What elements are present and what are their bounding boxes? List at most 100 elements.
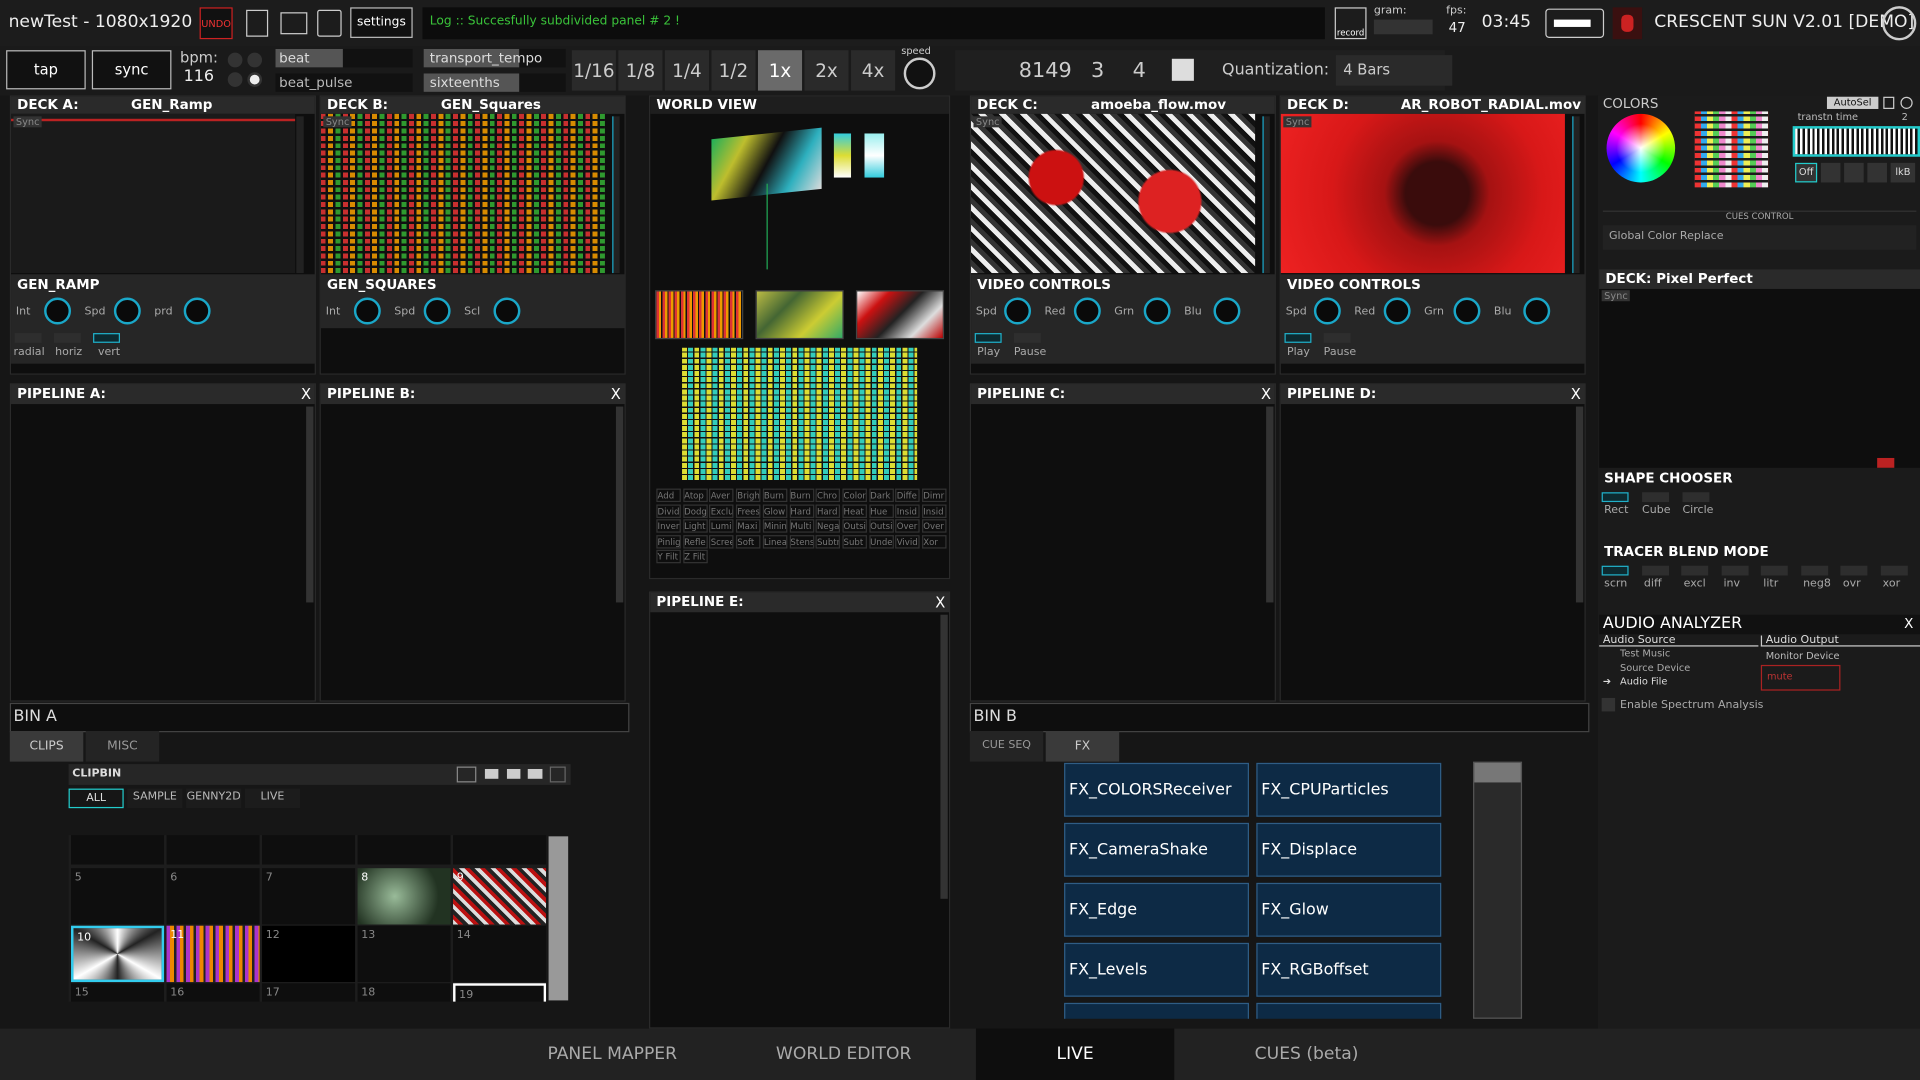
blend-mode-cell[interactable]: Nega <box>815 519 841 533</box>
camera-icon[interactable] <box>527 768 543 779</box>
prd-knob[interactable] <box>183 297 211 325</box>
clip-cell[interactable]: 5 <box>71 868 165 925</box>
spd-knob[interactable] <box>423 297 451 325</box>
audio-source-option[interactable]: Source Device <box>1620 662 1690 673</box>
moon-icon[interactable] <box>1820 162 1841 183</box>
grn-knob[interactable] <box>1453 297 1481 325</box>
blend-mode-cell[interactable]: Hard <box>789 503 814 518</box>
tab-cues-beta[interactable]: CUES (beta) <box>1207 1029 1405 1080</box>
blend-mode-cell[interactable]: Dimr <box>922 488 947 503</box>
music-icon[interactable] <box>549 766 566 783</box>
scrollbar[interactable] <box>1575 406 1584 603</box>
blend-mode-cell[interactable]: Frees <box>736 503 761 518</box>
close-icon[interactable]: X <box>1904 616 1913 632</box>
clip-grid-scrollbar[interactable] <box>548 836 569 1001</box>
folder-icon[interactable] <box>484 768 499 779</box>
tracer-toggle[interactable] <box>1760 565 1788 576</box>
blend-mode-cell[interactable]: Stens <box>789 534 814 549</box>
clip-cell[interactable]: 15 <box>71 983 165 1002</box>
speed-knob[interactable] <box>903 57 936 90</box>
color-wheel[interactable] <box>1606 113 1676 183</box>
red-knob[interactable] <box>1073 297 1101 325</box>
plug-icon[interactable] <box>1545 8 1605 38</box>
half-moon-icon[interactable] <box>1844 162 1864 183</box>
blend-mode-cell[interactable]: Color <box>842 488 867 503</box>
tracer-toggle[interactable] <box>1840 565 1868 576</box>
clip-cell[interactable] <box>71 835 165 865</box>
rate-1-16[interactable]: 1/16 <box>571 50 616 91</box>
rate-1-4[interactable]: 1/4 <box>664 50 709 91</box>
deck-b-scrollbar[interactable] <box>612 116 620 274</box>
tab-clips[interactable]: CLIPS <box>9 731 84 762</box>
blend-mode-cell[interactable]: Insid <box>895 503 920 518</box>
beat-pulse-slider[interactable]: beat_pulse <box>275 73 413 92</box>
scrollbar[interactable] <box>306 406 314 603</box>
tracer-toggle[interactable] <box>1880 565 1908 576</box>
pause-toggle[interactable] <box>1013 333 1041 343</box>
blend-mode-cell[interactable]: Vivid <box>895 534 920 549</box>
blend-mode-cell[interactable]: Subtr <box>815 534 841 549</box>
lkb-button[interactable]: lkB <box>1890 162 1916 183</box>
fx-item[interactable]: FX_CPUParticles <box>1256 762 1442 817</box>
clip-cell[interactable]: 19 <box>453 983 547 1002</box>
clip-cell[interactable]: 11 <box>166 925 260 983</box>
fx-item[interactable]: FX_Displace <box>1256 822 1442 877</box>
blend-mode-cell[interactable]: Z Filt <box>682 550 708 564</box>
blend-mode-cell[interactable]: Dodg <box>682 503 708 518</box>
blend-mode-cell[interactable]: Xor <box>922 534 947 549</box>
bpm-value[interactable]: 116 <box>184 67 214 85</box>
filter-sample[interactable]: SAMPLE <box>127 788 183 809</box>
grid-view-icon[interactable] <box>456 766 477 783</box>
close-icon[interactable]: X <box>301 384 311 404</box>
fx-item[interactable] <box>1256 1002 1442 1019</box>
blend-mode-cell[interactable]: Exclu <box>709 503 734 518</box>
blend-mode-cell[interactable]: Aver <box>709 488 734 503</box>
sync-toggle[interactable]: Sync <box>973 116 1002 128</box>
blend-mode-cell[interactable]: Unde <box>868 534 894 549</box>
rect-toggle[interactable] <box>1601 492 1629 503</box>
rate-1-2[interactable]: 1/2 <box>711 50 756 91</box>
tracer-toggle[interactable] <box>1641 565 1669 576</box>
radial-toggle[interactable] <box>14 333 42 343</box>
clip-cell[interactable]: 8 <box>357 868 451 925</box>
blend-mode-cell[interactable]: Over <box>895 519 920 533</box>
rate-2x[interactable]: 2x <box>804 50 849 91</box>
blu-knob[interactable] <box>1213 297 1241 325</box>
blend-mode-cell[interactable]: Diffe <box>895 488 920 503</box>
sync-toggle[interactable]: Sync <box>1601 290 1631 302</box>
clip-cell[interactable]: 12 <box>262 925 356 983</box>
settings-button[interactable]: settings <box>350 7 413 38</box>
beat-slider[interactable]: beat <box>275 48 413 68</box>
spectrum-checkbox[interactable] <box>1601 697 1616 712</box>
deck-thumb[interactable] <box>655 290 744 340</box>
blend-mode-cell[interactable]: Hard <box>815 503 841 518</box>
filter-genny2d[interactable]: GENNY2D <box>186 788 242 809</box>
grid-icon[interactable] <box>1883 96 1895 109</box>
rate-4x[interactable]: 4x <box>851 50 896 91</box>
blend-mode-cell[interactable]: Burn <box>762 488 788 503</box>
sixteenths-slider[interactable]: sixteenths <box>423 73 566 92</box>
tab-cue-seq[interactable]: CUE SEQ <box>969 731 1044 762</box>
play-toggle[interactable] <box>1284 333 1312 343</box>
deck-a-scrollbar[interactable] <box>296 116 304 274</box>
audio-source-tab[interactable]: Audio Source <box>1599 635 1759 647</box>
filter-live[interactable]: LIVE <box>244 788 301 809</box>
sync-button[interactable]: sync <box>91 50 172 90</box>
fx-item[interactable] <box>1064 1002 1249 1019</box>
clip-cell[interactable]: 16 <box>166 983 260 1002</box>
sync-toggle[interactable]: Sync <box>13 116 42 128</box>
spd-knob[interactable] <box>1004 297 1032 325</box>
blend-mode-cell[interactable]: Hue <box>868 503 894 518</box>
blend-mode-cell[interactable]: Over <box>922 519 947 533</box>
new-file-icon[interactable] <box>246 9 269 37</box>
close-icon[interactable]: X <box>935 593 945 613</box>
blend-mode-cell[interactable]: Brigh <box>736 488 761 503</box>
sync-toggle[interactable]: Sync <box>323 116 352 128</box>
blend-mode-cell[interactable]: Lumi <box>709 519 734 533</box>
clip-cell[interactable] <box>357 835 451 865</box>
quantization-select[interactable]: 4 Bars <box>1335 55 1453 86</box>
deck-c-scrollbar[interactable] <box>1262 116 1270 274</box>
int-knob[interactable] <box>353 297 381 325</box>
blend-mode-cell[interactable]: Linea <box>762 534 788 549</box>
red-knob[interactable] <box>1383 297 1411 325</box>
